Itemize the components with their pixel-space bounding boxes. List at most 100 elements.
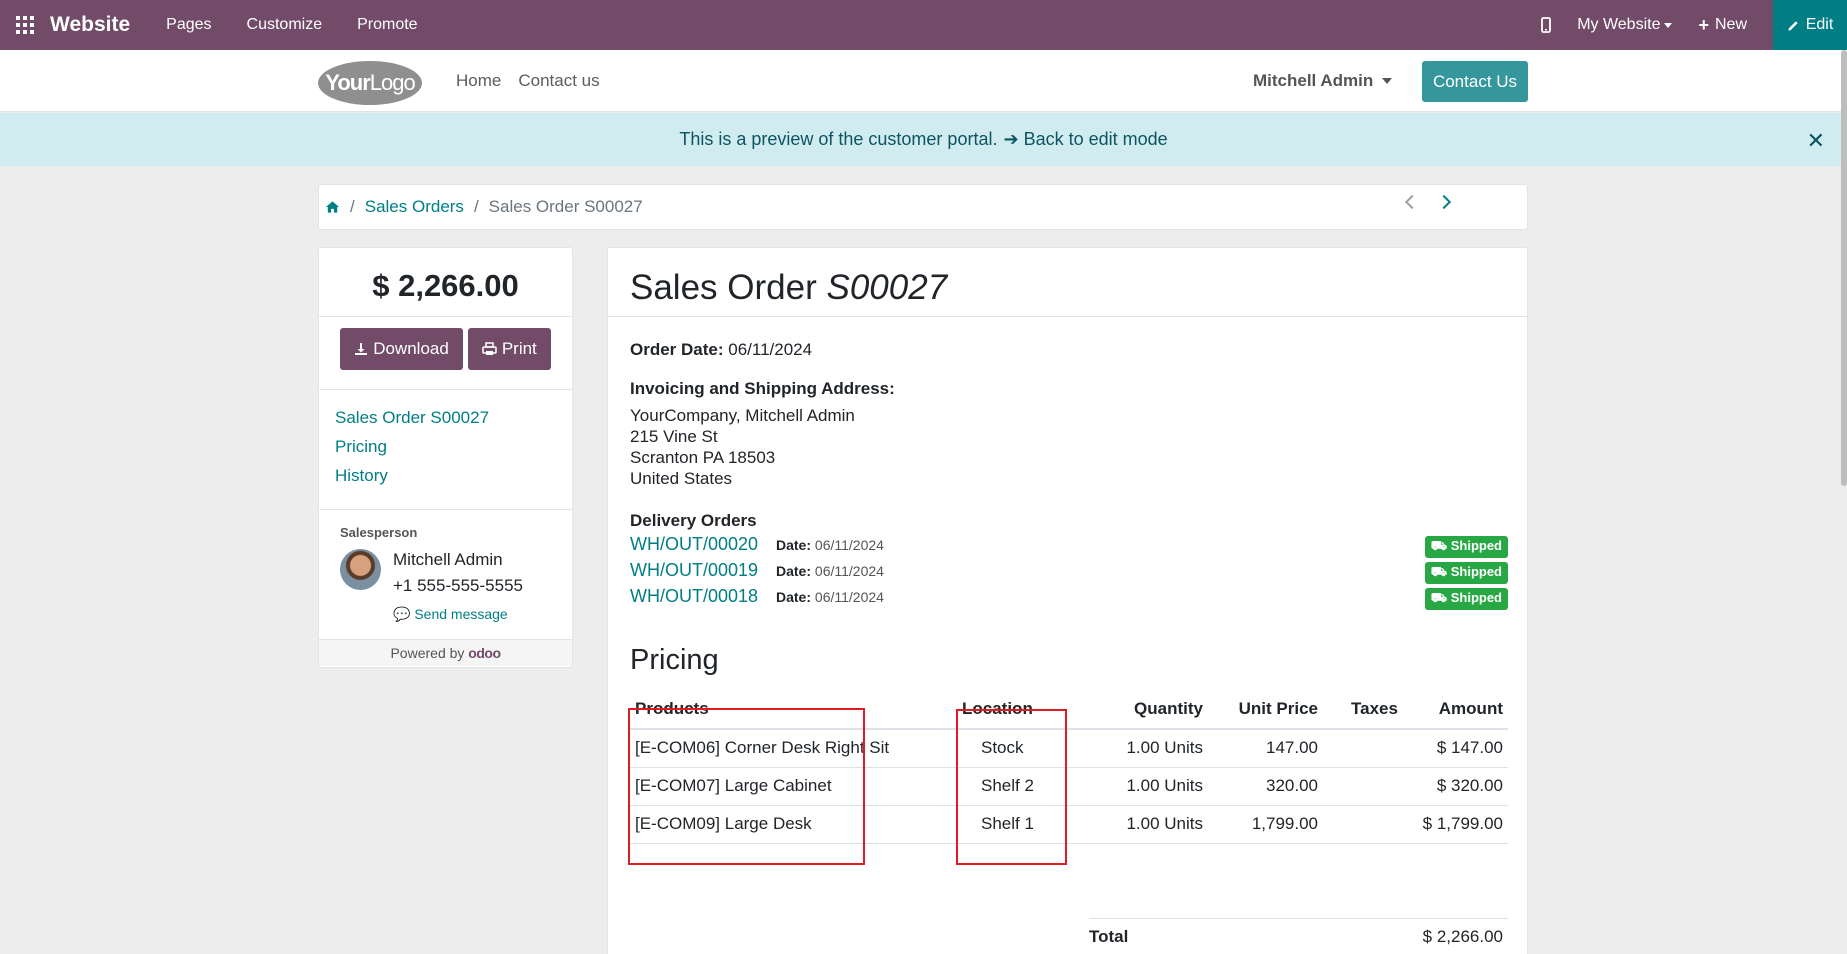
site-header: Your Logo Home Contact us Mitchell Admin … — [0, 50, 1847, 112]
delivery-link[interactable]: WH/OUT/00020 — [630, 534, 758, 554]
table-row: [E-COM09] Large Desk Shelf 1 1.00 Units … — [630, 805, 1508, 844]
salesperson-name: Mitchell Admin — [393, 550, 503, 569]
powered-by: Powered by odoo — [319, 640, 572, 666]
delivery-date-label: Date: — [776, 537, 812, 553]
site-logo[interactable]: Your Logo — [318, 61, 422, 105]
odoo-logo[interactable]: odoo — [468, 645, 501, 661]
site-nav: Home Contact us — [456, 71, 600, 91]
sidebar-link-order[interactable]: Sales Order S00027 — [335, 408, 572, 428]
portal-preview-banner: This is a preview of the customer portal… — [0, 113, 1847, 166]
download-icon — [355, 343, 368, 355]
delivery-date-label: Date: — [776, 563, 812, 579]
sidebar-link-pricing[interactable]: Pricing — [335, 437, 572, 457]
avatar — [340, 549, 381, 590]
apps-menu-icon[interactable] — [0, 0, 50, 50]
delivery-orders-label: Delivery Orders — [630, 511, 757, 530]
salesperson-card: Salesperson Mitchell Admin +1 555-555-55… — [319, 510, 572, 640]
download-button[interactable]: Download — [340, 328, 463, 370]
menu-customize[interactable]: Customize — [247, 16, 323, 34]
cell-amount: $ 1,799.00 — [1403, 805, 1508, 844]
column-header-location: Location — [957, 689, 1083, 730]
new-button[interactable]: + New — [1698, 15, 1747, 36]
delivery-row: WH/OUT/00018 Date: 06/11/2024 ⛟ Shipped — [630, 586, 1508, 612]
user-menu[interactable]: Mitchell Admin — [1253, 71, 1393, 91]
sidebar-nav: Sales Order S00027 Pricing History — [319, 390, 572, 510]
powered-by-label: Powered by — [390, 645, 465, 661]
home-icon[interactable] — [325, 200, 340, 214]
back-to-edit-link[interactable]: Back to edit mode — [1024, 129, 1168, 150]
salesperson-phone: +1 555-555-5555 — [393, 576, 523, 595]
breadcrumb-separator: / — [473, 197, 479, 216]
delivery-date: Date: 06/11/2024 — [776, 563, 884, 579]
site-selector[interactable]: My Website — [1577, 16, 1673, 34]
pricing-table: Products Location Quantity Unit Price Ta… — [630, 689, 1508, 844]
cell-location: Shelf 2 — [957, 767, 1083, 806]
print-button[interactable]: Print — [467, 328, 551, 370]
print-icon — [482, 342, 497, 355]
total-row: Total $ 2,266.00 — [1089, 918, 1508, 947]
edit-label: Edit — [1805, 16, 1834, 33]
address-line: Scranton PA 18503 — [630, 448, 776, 467]
cell-location: Stock — [957, 729, 1083, 768]
delivery-link[interactable]: WH/OUT/00018 — [630, 586, 758, 606]
truck-icon: ⛟ — [1430, 564, 1448, 579]
delivery-row: WH/OUT/00020 Date: 06/11/2024 ⛟ Shipped — [630, 534, 1508, 560]
send-message-label: Send message — [414, 606, 508, 622]
cell-amount: $ 320.00 — [1403, 767, 1508, 806]
order-content: Order Date: 06/11/2024 Invoicing and Shi… — [630, 340, 1508, 946]
table-row: [E-COM07] Large Cabinet Shelf 2 1.00 Uni… — [630, 767, 1508, 806]
delivery-date: Date: 06/11/2024 — [776, 537, 884, 553]
address-label: Invoicing and Shipping Address: — [630, 379, 895, 398]
next-chevron-icon[interactable] — [1436, 194, 1452, 210]
caret-down-icon — [1382, 78, 1393, 84]
address-block: YourCompany, Mitchell Admin 215 Vine St … — [630, 405, 1508, 489]
total-label: Total — [1089, 927, 1129, 946]
delivery-date: Date: 06/11/2024 — [776, 589, 884, 605]
mobile-preview-icon[interactable] — [1541, 17, 1552, 33]
nav-home[interactable]: Home — [456, 71, 501, 91]
previous-chevron-icon[interactable] — [1404, 194, 1420, 210]
close-icon[interactable]: ✕ — [1807, 128, 1825, 154]
menu-promote[interactable]: Promote — [357, 16, 417, 34]
breadcrumb-sales-orders[interactable]: Sales Orders — [365, 197, 464, 217]
app-brand[interactable]: Website — [50, 13, 130, 37]
cell-product: [E-COM07] Large Cabinet — [630, 767, 957, 806]
edit-button[interactable]: Edit — [1773, 0, 1847, 50]
column-header-amount: Amount — [1403, 689, 1508, 730]
download-label: Download — [373, 339, 449, 358]
cell-product: [E-COM09] Large Desk — [630, 805, 957, 844]
truck-icon: ⛟ — [1430, 590, 1448, 605]
cell-taxes — [1323, 767, 1403, 806]
logo-your: Your — [325, 70, 370, 95]
status-label: Shipped — [1450, 538, 1502, 553]
column-header-products: Products — [630, 689, 957, 730]
status-badge: ⛟ Shipped — [1424, 588, 1508, 610]
page-scrollbar[interactable] — [1841, 50, 1847, 486]
order-date-row: Order Date: 06/11/2024 — [630, 340, 1508, 360]
comment-icon: 💬 — [393, 606, 411, 622]
table-header-row: Products Location Quantity Unit Price Ta… — [630, 689, 1508, 730]
cell-product: [E-COM06] Corner Desk Right Sit — [630, 729, 957, 768]
send-message-link[interactable]: 💬 Send message — [393, 606, 508, 623]
title-number: S00027 — [826, 268, 948, 307]
breadcrumb-current: Sales Order S00027 — [488, 197, 643, 216]
contact-us-button[interactable]: Contact Us — [1422, 61, 1528, 102]
nav-contact-us[interactable]: Contact us — [518, 71, 599, 91]
cell-taxes — [1323, 729, 1403, 768]
cell-quantity: 1.00 Units — [1083, 805, 1208, 844]
page-title: Sales Order S00027 — [608, 248, 1527, 317]
breadcrumb: / Sales Orders / Sales Order S00027 — [318, 184, 1528, 230]
record-pager — [1404, 194, 1452, 210]
delivery-date-value: 06/11/2024 — [814, 563, 884, 579]
arrow-right-icon: ➔ — [1003, 129, 1019, 149]
pencil-icon — [1788, 20, 1798, 31]
order-date-label: Order Date: — [630, 340, 724, 359]
delivery-link[interactable]: WH/OUT/00019 — [630, 560, 758, 580]
salesperson-label: Salesperson — [340, 525, 418, 540]
delivery-date-label: Date: — [776, 589, 812, 605]
menu-pages[interactable]: Pages — [166, 16, 211, 34]
sidebar-link-history[interactable]: History — [335, 466, 572, 486]
cell-unit-price: 1,799.00 — [1208, 805, 1323, 844]
cell-unit-price: 147.00 — [1208, 729, 1323, 768]
banner-text: This is a preview of the customer portal… — [679, 129, 998, 149]
